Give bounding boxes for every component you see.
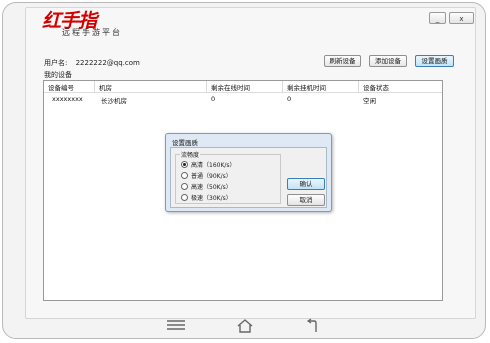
back-icon[interactable] [305,318,321,334]
set-quality-button[interactable]: 设置画质 [415,55,454,67]
quality-option-fast[interactable]: 高速（50K/s） [181,182,232,191]
minimize-button[interactable]: _ [429,12,446,24]
logo-subtitle: 远程手游平台 [62,28,122,37]
radio-selected-icon[interactable] [181,161,188,168]
table-header: 设备编号 机房 剩余在线时间 剩余挂机时间 设备状态 [44,81,442,93]
refresh-devices-button[interactable]: 刷新设备 [324,55,361,67]
quality-option-extreme[interactable]: 极速（30K/s） [181,193,232,202]
option-label: 高速（50K/s） [191,184,232,191]
home-icon[interactable] [236,318,254,334]
column-header[interactable]: 机房 [99,82,112,92]
radio-icon[interactable] [181,194,188,201]
user-label: 用户名: [44,59,68,67]
radio-icon[interactable] [181,183,188,190]
quality-dialog: 设置画质 流畅度 高清（160K/s） 普通（90K/s） 高速（50K/s） … [165,133,332,212]
menu-icon[interactable] [165,318,187,332]
option-label: 高清（160K/s） [191,162,236,169]
idle-time-cell: 0 [287,95,292,103]
option-label: 极速（30K/s） [191,195,232,202]
quality-option-hd[interactable]: 高清（160K/s） [181,160,236,169]
user-value: 2222222@qq.com [75,59,140,67]
option-label: 普通（90K/s） [191,173,232,180]
app-logo: 红手指 远程手游平台 [38,6,148,38]
dialog-title: 设置画质 [172,139,198,147]
close-button[interactable]: x [449,12,474,24]
online-time-cell: 0 [211,95,216,103]
device-room-cell: 长沙机房 [101,97,127,105]
cancel-button[interactable]: 取消 [287,194,325,206]
add-device-button[interactable]: 添加设备 [369,55,407,67]
dialog-body: 流畅度 高清（160K/s） 普通（90K/s） 高速（50K/s） 极速（30… [170,147,327,208]
column-header[interactable]: 设备编号 [48,82,74,92]
my-devices-title: 我的设备 [44,71,72,79]
confirm-button[interactable]: 确认 [287,178,325,190]
group-title: 流畅度 [180,150,201,159]
column-header[interactable]: 剩余在线时间 [211,82,250,92]
quality-option-normal[interactable]: 普通（90K/s） [181,171,232,180]
device-id-cell: xxxxxxxx [52,95,83,103]
device-status-cell: 空闲 [363,97,376,105]
radio-icon[interactable] [181,172,188,179]
user-info: 用户名: 2222222@qq.com [44,58,140,68]
column-header[interactable]: 设备状态 [363,82,389,92]
smoothness-group: 流畅度 高清（160K/s） 普通（90K/s） 高速（50K/s） 极速（30… [175,150,281,204]
column-header[interactable]: 剩余挂机时间 [287,82,326,92]
